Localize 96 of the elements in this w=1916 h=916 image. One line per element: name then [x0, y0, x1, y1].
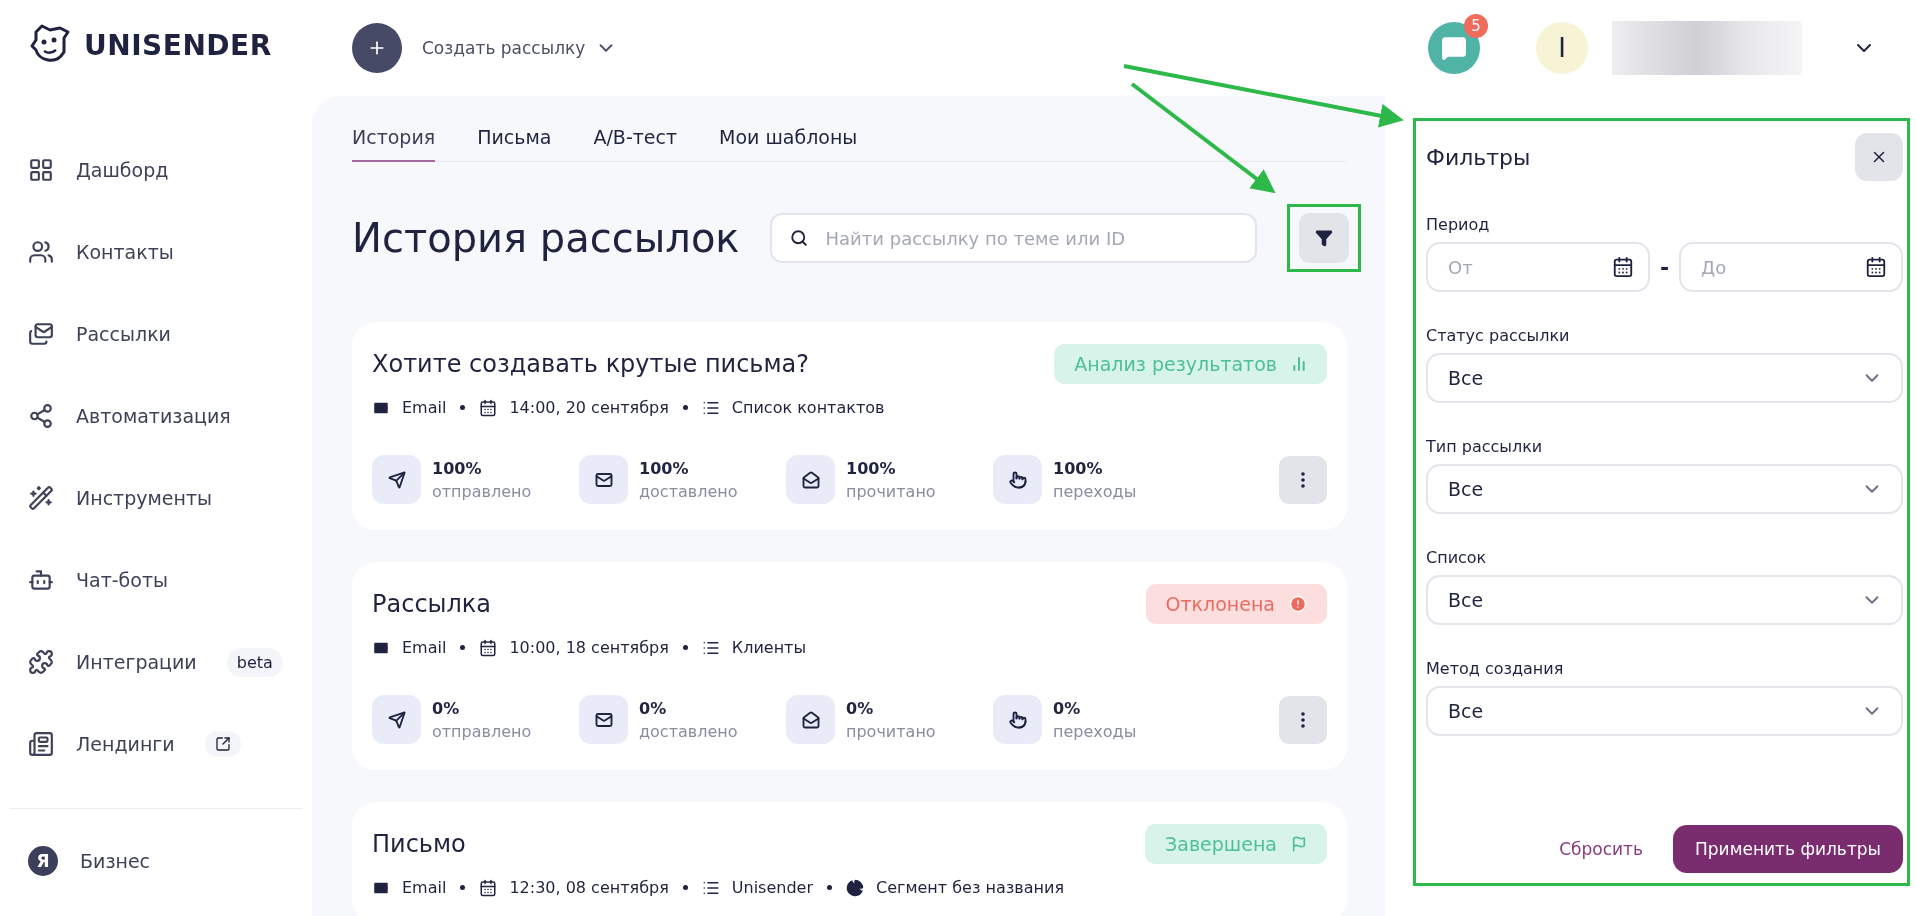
sidebar-item[interactable]: Дашборд [28, 148, 302, 192]
campaign-datetime: 12:30, 08 сентября [509, 878, 669, 897]
open-envelope-icon [786, 695, 835, 744]
campaign-datetime: 14:00, 20 сентября [509, 398, 669, 417]
paper-plane-icon [372, 695, 421, 744]
panel-title: Фильтры [1426, 144, 1531, 170]
campaign-title: Хотите создавать крутые письма? [372, 350, 810, 378]
robot-icon [28, 567, 54, 593]
apply-button[interactable]: Применить фильтры [1673, 825, 1903, 873]
logo-wordmark: UNISENDER [84, 28, 272, 62]
field-label: Тип рассылки [1426, 437, 1544, 456]
grid-icon [28, 157, 54, 183]
user-avatar[interactable]: I [1536, 22, 1588, 74]
notification-badge: 5 [1464, 14, 1488, 38]
create-button[interactable] [352, 23, 402, 73]
select-field[interactable]: Все [1426, 464, 1903, 514]
nodes-icon [28, 403, 54, 429]
envelopes-icon [28, 321, 54, 347]
stat-value: 0% [846, 698, 875, 718]
date-to-field[interactable]: До [1679, 242, 1903, 292]
select-field[interactable]: Все [1426, 575, 1903, 625]
business-logo: Я [28, 846, 58, 876]
calendar-icon [479, 878, 498, 897]
campaign-datetime: 10:00, 18 сентября [509, 638, 669, 657]
sidebar-item[interactable]: Автоматизация [28, 394, 302, 438]
create-campaign-dropdown[interactable]: Создать рассылку [422, 37, 618, 59]
hand-pointer-icon [993, 695, 1042, 744]
close-button[interactable] [1855, 133, 1903, 181]
campaign-channel: Email [402, 638, 447, 657]
stat-value: 100% [1053, 458, 1104, 478]
open-envelope-icon [786, 455, 835, 504]
layout-icon [28, 731, 54, 757]
funnel-icon [1315, 229, 1333, 247]
date-from-field[interactable]: От [1426, 242, 1650, 292]
people-icon [28, 239, 54, 265]
campaign-list: Список контактов [731, 398, 885, 417]
reset-button[interactable]: Сбросить [1559, 839, 1643, 859]
sidebar-item[interactable]: Интеграции beta [28, 640, 302, 684]
sidebar-item[interactable]: Я Бизнес [10, 839, 302, 883]
pie-chart-icon [846, 878, 864, 897]
hand-pointer-icon [993, 455, 1042, 504]
campaign-title: Рассылка [372, 590, 492, 618]
stat-label: доставлено [639, 721, 738, 741]
page-title: История рассылок [352, 215, 740, 261]
search-icon [789, 229, 808, 247]
campaign-channel: Email [402, 878, 447, 897]
campaign-title: Письмо [372, 830, 466, 858]
magic-wand-icon [28, 485, 54, 511]
stat-label: переходы [1053, 721, 1137, 741]
chat-bubble-icon [1441, 35, 1467, 61]
puzzle-icon [28, 649, 54, 675]
sidebar-item[interactable]: Чат-боты [28, 558, 302, 602]
calendar-icon [1611, 256, 1634, 278]
stat-value: 100% [432, 458, 483, 478]
more-icon [1301, 471, 1305, 488]
stat-value: 100% [846, 458, 897, 478]
select-field[interactable]: Все [1426, 353, 1903, 403]
campaign-list: Unisender [731, 878, 813, 897]
beta-badge: beta [226, 647, 283, 677]
tab[interactable]: A/B-тест [593, 118, 678, 162]
sidebar-item[interactable]: Рассылки [28, 312, 302, 356]
stat-value: 100% [639, 458, 690, 478]
sidebar-item[interactable]: Лендинги [28, 722, 302, 766]
tab[interactable]: Мои шаблоны [719, 118, 858, 162]
calendar-icon [1865, 256, 1887, 278]
tab[interactable]: История [352, 118, 436, 162]
segment-name: Сегмент без названия [876, 878, 1064, 897]
sidebar-item[interactable]: Контакты [28, 230, 302, 274]
sidebar-item[interactable]: Инструменты [28, 476, 302, 520]
field-label: Метод создания [1426, 659, 1565, 678]
stat-label: доставлено [639, 481, 738, 501]
paper-plane-icon [372, 455, 421, 504]
filter-button[interactable] [1299, 213, 1349, 263]
stat-label: переходы [1053, 481, 1137, 501]
stat-value: 0% [432, 698, 461, 718]
calendar-icon [479, 638, 498, 657]
field-label: Статус рассылки [1426, 326, 1571, 345]
campaign-channel: Email [402, 398, 447, 417]
bar-chart-icon [1291, 356, 1307, 372]
search-field[interactable]: Найти рассылку по теме или ID [769, 213, 1257, 263]
flag-icon [1291, 836, 1307, 852]
campaign-list: Клиенты [731, 638, 807, 657]
calendar-icon [479, 398, 498, 417]
tab[interactable]: Письма [477, 118, 552, 162]
stat-label: прочитано [846, 721, 936, 741]
stat-label: отправлено [432, 721, 532, 741]
select-field[interactable]: Все [1426, 686, 1903, 736]
range-separator: - [1659, 254, 1670, 280]
field-label: Список [1426, 548, 1488, 567]
stat-value: 0% [639, 698, 668, 718]
more-icon [1301, 711, 1305, 728]
alert-icon [1289, 595, 1307, 613]
stat-label: отправлено [432, 481, 532, 501]
field-label: Период [1426, 215, 1491, 234]
stat-label: прочитано [846, 481, 936, 501]
stat-value: 0% [1053, 698, 1082, 718]
